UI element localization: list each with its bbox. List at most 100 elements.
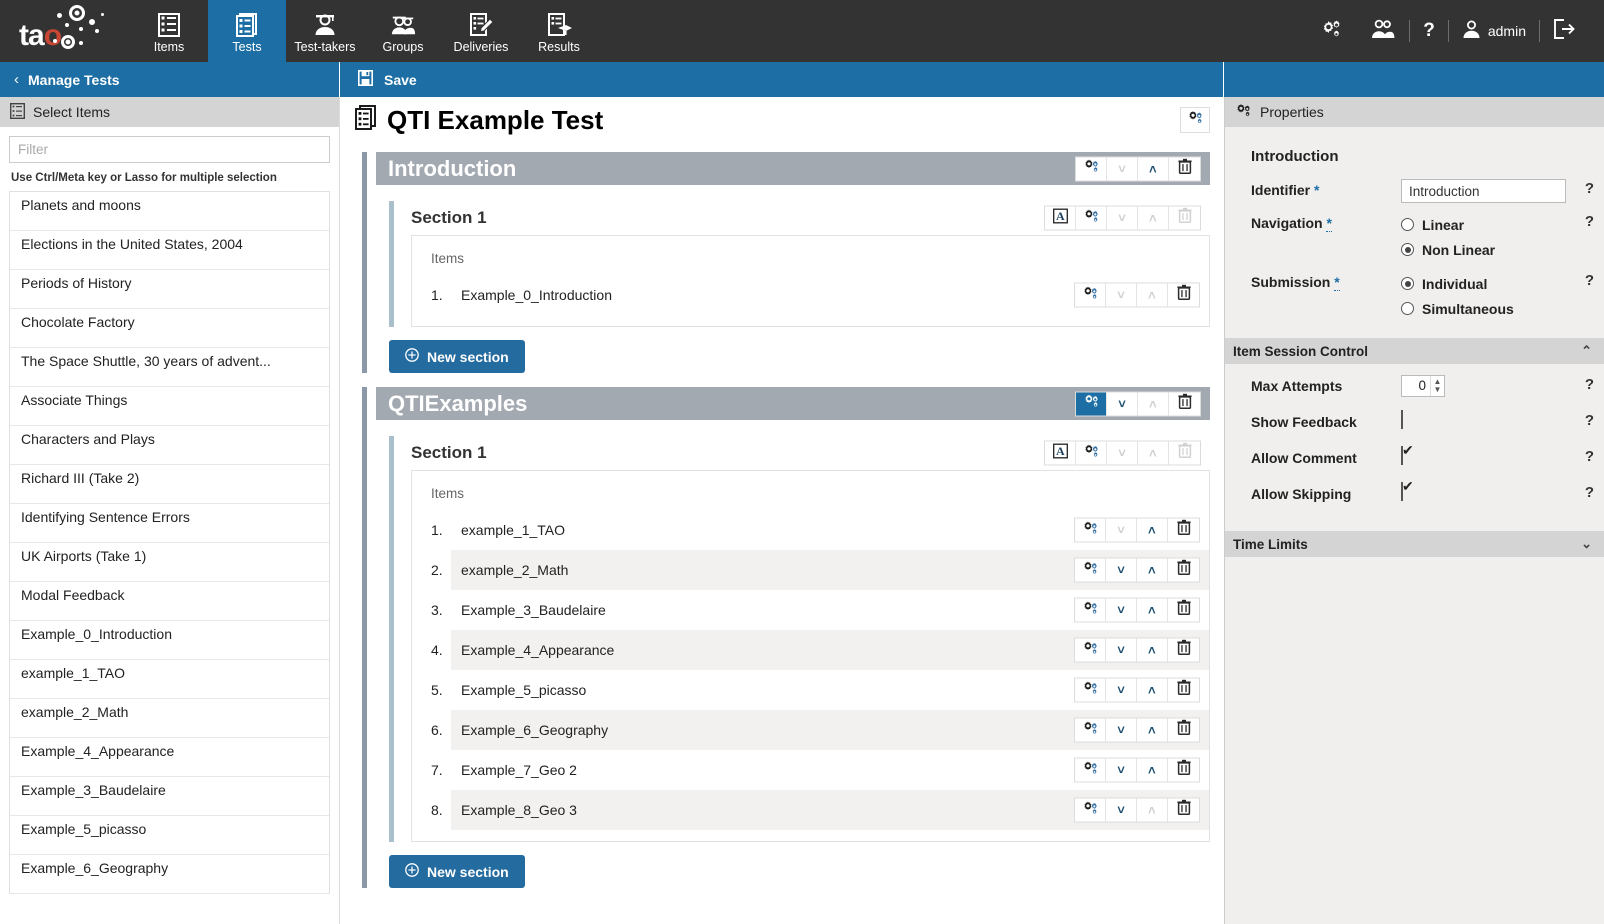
move-down-button[interactable]: ˅ [1137,518,1168,542]
new-section-button[interactable]: New section [389,340,525,373]
radio-button-icon[interactable] [1401,243,1414,256]
radio-option[interactable]: Linear [1401,212,1586,237]
move-down-button[interactable]: ˅ [1137,758,1168,782]
move-down-button[interactable]: ˅ [1137,678,1168,702]
properties-gear-button[interactable] [1075,283,1106,307]
nav-item-items[interactable]: Items [130,0,208,62]
properties-gear-button[interactable] [1075,598,1106,622]
delete-button[interactable] [1168,519,1199,542]
list-item[interactable]: The Space Shuttle, 30 years of advent... [10,348,329,387]
delete-button[interactable] [1168,639,1199,662]
settings-gear-button[interactable] [1307,18,1357,45]
list-item[interactable]: Chocolate Factory [10,309,329,348]
checkbox-show-feedback[interactable] [1401,410,1403,429]
rubric-block-button[interactable]: A [1045,206,1076,230]
help-button[interactable]: ? [1410,20,1448,42]
filter-input[interactable] [9,136,330,163]
radio-button-icon[interactable] [1401,302,1414,315]
available-items-list[interactable]: Planets and moons Elections in the United… [9,191,330,894]
move-up-button[interactable]: ˅ [1106,678,1137,702]
delete-button[interactable] [1169,157,1200,180]
move-up-button[interactable]: ˅ [1106,798,1137,822]
new-section-button[interactable]: New section [389,855,525,888]
move-down-button[interactable]: ˅ [1137,558,1168,582]
checkbox-allow-comment[interactable] [1401,446,1403,465]
delete-button[interactable] [1168,719,1199,742]
move-up-button[interactable]: ˅ [1106,718,1137,742]
help-question-icon[interactable]: ? [1585,412,1594,429]
back-to-manage-tests-button[interactable]: ‹ Manage Tests [0,62,340,97]
nav-item-tests[interactable]: Tests [208,0,286,62]
item-row[interactable]: 7. Example_7_Geo 2 ˅ ˅ [412,750,1209,790]
checkbox-allow-skipping[interactable] [1401,482,1403,501]
properties-gear-button[interactable] [1075,678,1106,702]
save-button[interactable]: Save [340,70,435,89]
delete-button[interactable] [1168,759,1199,782]
test-part-header[interactable]: QTIExamples ˅ ˅ [376,387,1210,420]
properties-gear-button[interactable] [1075,638,1106,662]
delete-button[interactable] [1168,559,1199,582]
item-row[interactable]: 3. Example_3_Baudelaire ˅ ˅ [412,590,1209,630]
item-row[interactable]: 6. Example_6_Geography ˅ ˅ [412,710,1209,750]
item-row[interactable]: 1. example_1_TAO ˅ ˅ [412,510,1209,550]
move-down-button[interactable]: ˅ [1138,157,1169,180]
properties-gear-button[interactable] [1075,558,1106,582]
stepper-arrows[interactable]: ▲ ▼ [1430,376,1444,396]
list-item[interactable]: Elections in the United States, 2004 [10,231,329,270]
help-question-icon[interactable]: ? [1585,272,1594,289]
test-properties-button[interactable] [1180,107,1210,133]
move-down-button[interactable]: ˅ [1137,718,1168,742]
help-question-icon[interactable]: ? [1585,213,1594,230]
radio-option[interactable]: Individual [1401,271,1586,296]
radio-option[interactable]: Non Linear [1401,237,1586,262]
item-row[interactable]: 8. Example_8_Geo 3 ˅ ˅ [412,790,1209,830]
list-item[interactable]: Example_3_Baudelaire [10,777,329,816]
tao-logo[interactable]: tao [0,0,130,62]
rubric-block-button[interactable]: A [1045,441,1076,465]
move-up-button[interactable]: ˅ [1107,392,1138,415]
item-row[interactable]: 1. Example_0_Introduction ˅ ˅ [412,275,1209,315]
move-up-button[interactable]: ˅ [1106,638,1137,662]
list-item[interactable]: Identifying Sentence Errors [10,504,329,543]
properties-gear-button[interactable] [1075,718,1106,742]
move-up-button[interactable]: ˅ [1106,758,1137,782]
nav-item-deliveries[interactable]: Deliveries [442,0,520,62]
properties-gear-button[interactable] [1075,518,1106,542]
move-down-button[interactable]: ˅ [1137,598,1168,622]
move-up-button[interactable]: ˅ [1106,558,1137,582]
stepper-down-icon[interactable]: ▼ [1431,386,1444,394]
list-item[interactable]: Modal Feedback [10,582,329,621]
properties-gear-button[interactable] [1075,758,1106,782]
properties-gear-button[interactable] [1075,798,1106,822]
properties-gear-button[interactable] [1076,206,1107,230]
list-item[interactable]: Example_6_Geography [10,855,329,894]
list-item[interactable]: Characters and Plays [10,426,329,465]
test-part-header[interactable]: Introduction ˅ ˅ [376,152,1210,185]
delete-button[interactable] [1168,284,1199,307]
list-item[interactable]: example_1_TAO [10,660,329,699]
max-attempts-stepper[interactable]: 0 ▲ ▼ [1401,375,1445,397]
nav-item-results[interactable]: Results [520,0,598,62]
item-row[interactable]: 4. Example_4_Appearance ˅ ˅ [412,630,1209,670]
properties-gear-button[interactable] [1076,157,1107,180]
list-item[interactable]: Example_0_Introduction [10,621,329,660]
move-up-button[interactable]: ˅ [1106,598,1137,622]
list-item[interactable]: Associate Things [10,387,329,426]
item-row[interactable]: 5. Example_5_picasso ˅ ˅ [412,670,1209,710]
list-item[interactable]: Richard III (Take 2) [10,465,329,504]
radio-option[interactable]: Simultaneous [1401,296,1586,321]
identifier-input[interactable] [1401,179,1566,203]
section-header[interactable]: Section 1 A ˅ ˅ [402,201,1210,235]
users-button[interactable] [1357,18,1409,45]
help-question-icon[interactable]: ? [1585,448,1594,465]
list-item[interactable]: Example_4_Appearance [10,738,329,777]
radio-button-icon[interactable] [1401,277,1414,290]
section-header[interactable]: Section 1 A ˅ ˅ [402,436,1210,470]
item-row[interactable]: 2. example_2_Math ˅ ˅ [412,550,1209,590]
help-question-icon[interactable]: ? [1585,376,1594,393]
user-menu-button[interactable]: admin [1449,19,1539,44]
help-question-icon[interactable]: ? [1585,180,1594,197]
list-item[interactable]: UK Airports (Take 1) [10,543,329,582]
nav-item-groups[interactable]: Groups [364,0,442,62]
delete-button[interactable] [1168,799,1199,822]
